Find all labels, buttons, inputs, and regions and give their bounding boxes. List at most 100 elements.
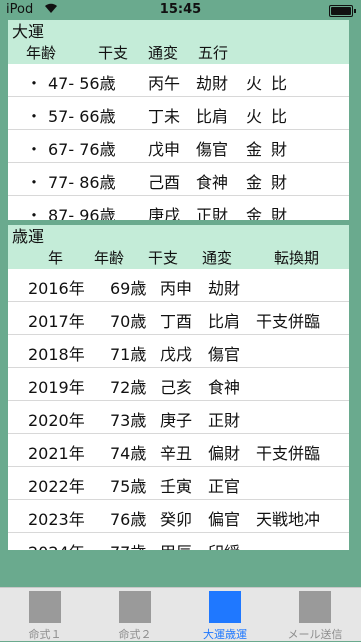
- list-item[interactable]: 2019年 72歳 己亥 食神: [8, 368, 349, 401]
- list-item[interactable]: ・ 57- 66歳 丁未 比肩火比: [8, 97, 349, 130]
- row-kanshi: 丙午: [148, 74, 181, 93]
- row-tsuhen: 偏官: [208, 510, 241, 529]
- row-kanshi: 庚子: [160, 411, 193, 430]
- col-tsuhen: 通変: [202, 249, 233, 267]
- row-tsuhen: 正財: [196, 206, 229, 220]
- row-bullet: ・: [26, 107, 43, 126]
- row-year: 2019年: [28, 378, 85, 397]
- row-age: 77歳: [110, 539, 146, 550]
- tab-mail[interactable]: メール送信: [270, 588, 360, 641]
- saiun-section: 歳運 年 年齢 干支 通変 転換期 2016年 69歳 丙申 劫財 2017年 70歳 丁酉…: [8, 225, 349, 550]
- row-gogyo-element: 金: [246, 173, 263, 192]
- row-tsuhen: 傷官: [208, 345, 241, 364]
- list-item[interactable]: 2017年 70歳 丁酉 比肩 干支併臨: [8, 302, 349, 335]
- col-gogyo: 五行: [198, 44, 229, 62]
- daiun-title: 大運: [12, 22, 45, 41]
- row-age: 73歳: [110, 411, 147, 430]
- row-tsuhen: 劫財: [208, 279, 241, 298]
- row-gogyo-relation: 比: [271, 107, 288, 126]
- saiun-column-headers: 年 年齢 干支 通変 転換期: [12, 247, 349, 267]
- row-gogyo-element: 金: [246, 140, 263, 159]
- daiun-column-headers: 年齢 干支 通変 五行: [12, 42, 349, 62]
- daiun-saiun-icon: [209, 591, 241, 623]
- row-age: 67- 76歳: [48, 140, 116, 159]
- row-age: 75歳: [110, 477, 147, 496]
- daiun-list[interactable]: ・ 47- 56歳 丙午 劫財火比・ 57- 66歳 丁未 比肩火比・ 67- 76歳 戊申 傷官…: [8, 64, 349, 220]
- row-kanshi: 甲辰: [160, 539, 192, 550]
- saiun-list[interactable]: 2016年 69歳 丙申 劫財 2017年 70歳 丁酉 比肩 干支併臨 2018年 71歳 戊戌 傷官…: [8, 269, 349, 550]
- row-year: 2021年: [28, 444, 85, 463]
- list-item[interactable]: 2023年 76歳 癸卯 偏官 天戦地冲: [8, 500, 349, 533]
- clock: 15:45: [159, 2, 202, 17]
- col-age: 年齢: [26, 44, 57, 62]
- row-kanshi: 丁酉: [160, 312, 193, 331]
- row-kanshi: 丁未: [148, 107, 181, 126]
- status-bar: iPod 15:45: [0, 0, 361, 20]
- row-kanshi: 辛丑: [160, 444, 193, 463]
- row-gogyo-relation: 財: [271, 140, 288, 159]
- row-tsuhen: 正財: [208, 411, 241, 430]
- row-tenkan: 干支併臨: [256, 312, 321, 331]
- row-kanshi: 戊申: [148, 140, 181, 159]
- row-kanshi: 庚戌: [148, 206, 181, 220]
- row-age: 72歳: [110, 378, 147, 397]
- list-item[interactable]: ・ 77- 86歳 己酉 食神金財: [8, 163, 349, 196]
- col-kanshi: 干支: [148, 249, 179, 267]
- row-year: 2018年: [28, 345, 85, 364]
- row-year: 2023年: [28, 510, 85, 529]
- row-bullet: ・: [26, 206, 43, 220]
- tab-meishiki2[interactable]: 命式２: [90, 588, 180, 641]
- col-kanshi: 干支: [98, 44, 129, 62]
- row-bullet: ・: [26, 140, 43, 159]
- tab-bar: 命式１ 命式２ 大運歳運 メール送信: [0, 587, 361, 641]
- row-gogyo-element: 火: [246, 107, 263, 126]
- list-item[interactable]: ・ 87- 96歳 庚戌 正財 金財: [8, 196, 349, 220]
- list-item[interactable]: ・ 47- 56歳 丙午 劫財火比: [8, 64, 349, 97]
- row-age: 69歳: [110, 279, 147, 298]
- tab-meishiki1[interactable]: 命式１: [0, 588, 90, 641]
- battery-icon: [329, 5, 356, 17]
- saiun-title: 歳運: [12, 227, 45, 246]
- mail-icon: [299, 591, 331, 623]
- row-gogyo-element: 火: [246, 74, 263, 93]
- row-age: 77- 86歳: [48, 173, 116, 192]
- row-tsuhen: 食神: [208, 378, 241, 397]
- col-tsuhen: 通変: [148, 44, 179, 62]
- row-year: 2024年: [28, 539, 85, 550]
- list-item[interactable]: 2018年 71歳 戊戌 傷官: [8, 335, 349, 368]
- list-item[interactable]: 2021年 74歳 辛丑 偏財 干支併臨: [8, 434, 349, 467]
- list-item[interactable]: 2022年 75歳 壬寅 正官: [8, 467, 349, 500]
- row-year: 2016年: [28, 279, 85, 298]
- row-kanshi: 癸卯: [160, 510, 193, 529]
- row-kanshi: 己亥: [160, 378, 193, 397]
- row-age: 71歳: [110, 345, 147, 364]
- row-gogyo-element: 金: [246, 206, 263, 220]
- row-tsuhen: 印綬: [208, 539, 240, 550]
- list-item[interactable]: 2016年 69歳 丙申 劫財: [8, 269, 349, 302]
- list-item[interactable]: ・ 67- 76歳 戊申 傷官金財: [8, 130, 349, 163]
- col-age: 年齢: [94, 249, 125, 267]
- row-bullet: ・: [26, 173, 43, 192]
- col-tenkan: 転換期: [274, 249, 320, 267]
- daiun-section: 大運 年齢 干支 通変 五行 ・ 47- 56歳 丙午 劫財火比・ 57- 66歳 丁未比…: [8, 20, 349, 220]
- tab-daiun-saiun[interactable]: 大運歳運: [180, 588, 270, 641]
- row-kanshi: 己酉: [148, 173, 181, 192]
- row-gogyo-relation: 比: [271, 74, 288, 93]
- row-age: 47- 56歳: [48, 74, 116, 93]
- meishiki1-icon: [29, 591, 61, 623]
- row-tsuhen: 比肩: [196, 107, 229, 126]
- row-age: 57- 66歳: [48, 107, 116, 126]
- row-age: 74歳: [110, 444, 147, 463]
- row-gogyo-relation: 財: [271, 206, 288, 220]
- row-tenkan: 天戦地冲: [256, 510, 321, 529]
- col-year: 年: [48, 249, 64, 267]
- meishiki2-icon: [119, 591, 151, 623]
- row-year: 2022年: [28, 477, 85, 496]
- row-kanshi: 丙申: [160, 279, 193, 298]
- row-gogyo-relation: 財: [271, 173, 288, 192]
- list-item[interactable]: 2020年 73歳 庚子 正財: [8, 401, 349, 434]
- daiun-header: 大運 年齢 干支 通変 五行: [8, 20, 349, 64]
- row-tsuhen: 正官: [208, 477, 241, 496]
- row-bullet: ・: [26, 74, 43, 93]
- list-item[interactable]: 2024年 77歳 甲辰 印綬: [8, 533, 349, 550]
